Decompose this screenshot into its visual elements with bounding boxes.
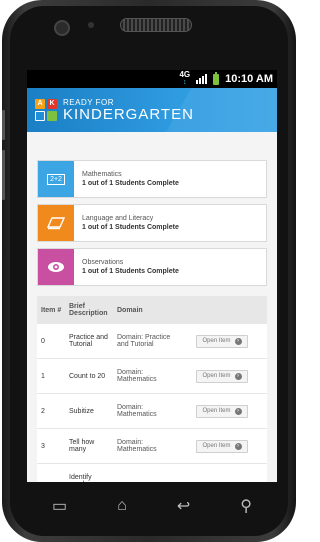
app-header: A K READY FOR KINDERGARTEN bbox=[27, 88, 277, 132]
items-table: Item # Brief Description Domain 0 Practi… bbox=[37, 296, 267, 482]
header-domain: Domain bbox=[117, 306, 143, 314]
arrow-right-icon: › bbox=[234, 407, 242, 415]
recents-icon[interactable]: ▭ bbox=[52, 496, 67, 516]
open-item-button[interactable]: Open Item › bbox=[196, 404, 248, 418]
card-status: 1 out of 1 Students Complete bbox=[82, 268, 179, 275]
table-row: Identify number bbox=[37, 464, 267, 482]
logo-block-blue bbox=[35, 111, 45, 121]
item-domain: Domain: Mathematics bbox=[117, 439, 157, 453]
table-row: 3 Tell how many Domain: Mathematics Open… bbox=[37, 429, 267, 464]
volume-button bbox=[2, 110, 5, 140]
home-icon[interactable]: ⌂ bbox=[117, 497, 127, 515]
domain-card-mathematics[interactable]: 2+2 Mathematics 1 out of 1 Students Comp… bbox=[37, 160, 267, 198]
arrow-right-icon: › bbox=[234, 442, 242, 450]
battery-icon bbox=[213, 71, 220, 85]
math-icon: 2+2 bbox=[38, 161, 74, 197]
table-row: 0 Practice and Tutorial Domain: Practice… bbox=[37, 324, 267, 359]
proximity-sensor bbox=[88, 22, 94, 28]
domain-card-observations[interactable]: Observations 1 out of 1 Students Complet… bbox=[37, 248, 267, 286]
item-number: 1 bbox=[41, 372, 45, 380]
signal-icon bbox=[196, 74, 208, 84]
earpiece-speaker bbox=[120, 18, 192, 32]
card-title: Mathematics bbox=[82, 171, 122, 178]
open-item-button[interactable]: Open Item › bbox=[196, 439, 248, 453]
item-number: 2 bbox=[41, 407, 45, 415]
item-description: Identify number bbox=[69, 474, 93, 482]
item-description: Practice and Tutorial bbox=[69, 334, 108, 348]
card-status: 1 out of 1 Students Complete bbox=[82, 180, 179, 187]
open-item-button[interactable]: Open Item › bbox=[196, 334, 248, 348]
eye-icon bbox=[38, 249, 74, 285]
item-description: Subitize bbox=[69, 407, 94, 415]
item-description: Tell how many bbox=[69, 439, 95, 453]
book-icon bbox=[38, 205, 74, 241]
open-item-button[interactable]: Open Item › bbox=[196, 369, 248, 383]
card-title: Language and Literacy bbox=[82, 215, 154, 222]
logo-block-k: K bbox=[47, 99, 57, 109]
table-header: Item # Brief Description Domain bbox=[37, 296, 267, 324]
item-description: Count to 20 bbox=[69, 372, 106, 380]
card-status: 1 out of 1 Students Complete bbox=[82, 224, 179, 231]
search-icon[interactable]: ⚲ bbox=[240, 496, 252, 516]
front-camera bbox=[54, 20, 70, 36]
hardware-nav-bar: ▭ ⌂ ↩ ⚲ bbox=[27, 486, 277, 526]
app-screen: 4G ↕ 10:10 AM A K READY FOR KINDERGARTEN … bbox=[27, 70, 277, 482]
domain-card-language[interactable]: Language and Literacy 1 out of 1 Student… bbox=[37, 204, 267, 242]
arrow-right-icon: › bbox=[234, 372, 242, 380]
item-number: 3 bbox=[41, 442, 45, 450]
back-icon[interactable]: ↩ bbox=[177, 496, 190, 516]
logo-block-green bbox=[47, 111, 57, 121]
app-logo: A K bbox=[35, 99, 57, 121]
item-domain: Domain: Mathematics bbox=[117, 404, 157, 418]
network-icon: 4G ↕ bbox=[179, 70, 191, 87]
brand-title: KINDERGARTEN bbox=[63, 105, 194, 123]
item-domain: Domain: Practice and Tutorial bbox=[117, 334, 171, 348]
logo-block-a: A bbox=[35, 99, 45, 109]
side-button bbox=[2, 150, 5, 200]
header-description: Brief Description bbox=[69, 303, 108, 317]
arrow-right-icon: › bbox=[234, 337, 242, 345]
status-bar: 4G ↕ 10:10 AM bbox=[27, 70, 277, 88]
header-item-number: Item # bbox=[41, 306, 62, 314]
item-domain: Domain: Mathematics bbox=[117, 369, 157, 383]
card-title: Observations bbox=[82, 259, 124, 266]
table-row: 2 Subitize Domain: Mathematics Open Item… bbox=[37, 394, 267, 429]
status-time: 10:10 AM bbox=[225, 73, 273, 85]
item-number: 0 bbox=[41, 337, 45, 345]
table-row: 1 Count to 20 Domain: Mathematics Open I… bbox=[37, 359, 267, 394]
